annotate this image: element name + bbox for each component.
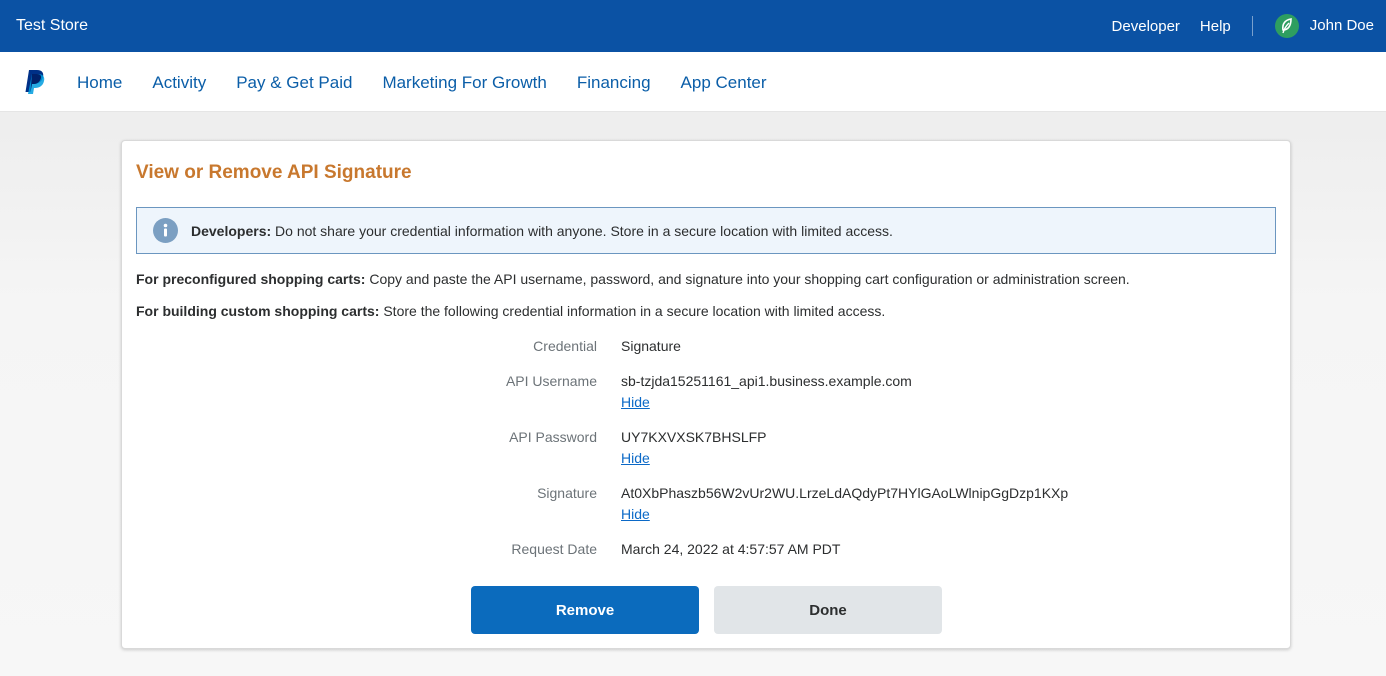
remove-button[interactable]: Remove [471, 586, 699, 634]
request-date-label: Request Date [511, 541, 597, 557]
nav-home[interactable]: Home [77, 73, 122, 93]
api-signature-card: View or Remove API Signature Developers:… [121, 140, 1291, 649]
developer-notice: Developers: Do not share your credential… [136, 207, 1276, 254]
signature-value: At0XbPhaszb56W2vUr2WU.LrzeLdAQdyPt7HYlGA… [621, 485, 1069, 501]
main-nav: Home Activity Pay & Get Paid Marketing F… [0, 52, 1386, 112]
nav-app-center[interactable]: App Center [681, 73, 767, 93]
credential-label: Credential [533, 338, 597, 354]
done-button[interactable]: Done [714, 586, 942, 634]
api-username-value: sb-tzjda15251161_api1.business.example.c… [621, 373, 912, 389]
custom-carts-text: For building custom shopping carts: Stor… [136, 303, 885, 319]
hide-username-link[interactable]: Hide [621, 394, 650, 410]
help-link[interactable]: Help [1200, 18, 1231, 35]
request-date-value: March 24, 2022 at 4:57:57 AM PDT [621, 541, 841, 557]
page-title: View or Remove API Signature [136, 162, 412, 183]
notice-bold: Developers: [191, 222, 272, 239]
hide-password-link[interactable]: Hide [621, 450, 650, 466]
top-bar: Test Store Developer Help John Doe [0, 0, 1386, 52]
top-right-menu: Developer Help John Doe [1112, 14, 1374, 38]
paypal-logo-icon[interactable] [24, 69, 46, 95]
credential-value: Signature [621, 338, 681, 354]
api-username-label: API Username [505, 373, 597, 389]
leaf-icon[interactable] [1274, 14, 1299, 38]
nav-marketing-for-growth[interactable]: Marketing For Growth [382, 73, 546, 93]
api-password-value: UY7KXVXSK7BHSLFP [621, 429, 767, 445]
topbar-divider [1251, 16, 1253, 36]
developer-link[interactable]: Developer [1112, 18, 1180, 35]
preconfigured-bold: For preconfigured shopping carts: [136, 271, 366, 287]
preconfigured-carts-text: For preconfigured shopping carts: Copy a… [136, 271, 1130, 287]
custom-body: Store the following credential informati… [379, 303, 886, 319]
user-name[interactable]: John Doe [1310, 17, 1374, 34]
notice-body: Do not share your credential information… [271, 222, 893, 239]
store-name[interactable]: Test Store [16, 17, 88, 35]
signature-label: Signature [537, 485, 597, 501]
hide-signature-link[interactable]: Hide [621, 506, 650, 522]
nav-pay-get-paid[interactable]: Pay & Get Paid [236, 73, 352, 93]
nav-financing[interactable]: Financing [577, 73, 651, 93]
info-icon [153, 218, 178, 243]
custom-bold: For building custom shopping carts: [136, 303, 380, 319]
nav-activity[interactable]: Activity [152, 73, 206, 93]
notice-text: Developers: Do not share your credential… [191, 223, 893, 239]
preconfigured-body: Copy and paste the API username, passwor… [365, 271, 1130, 287]
api-password-label: API Password [509, 429, 597, 445]
